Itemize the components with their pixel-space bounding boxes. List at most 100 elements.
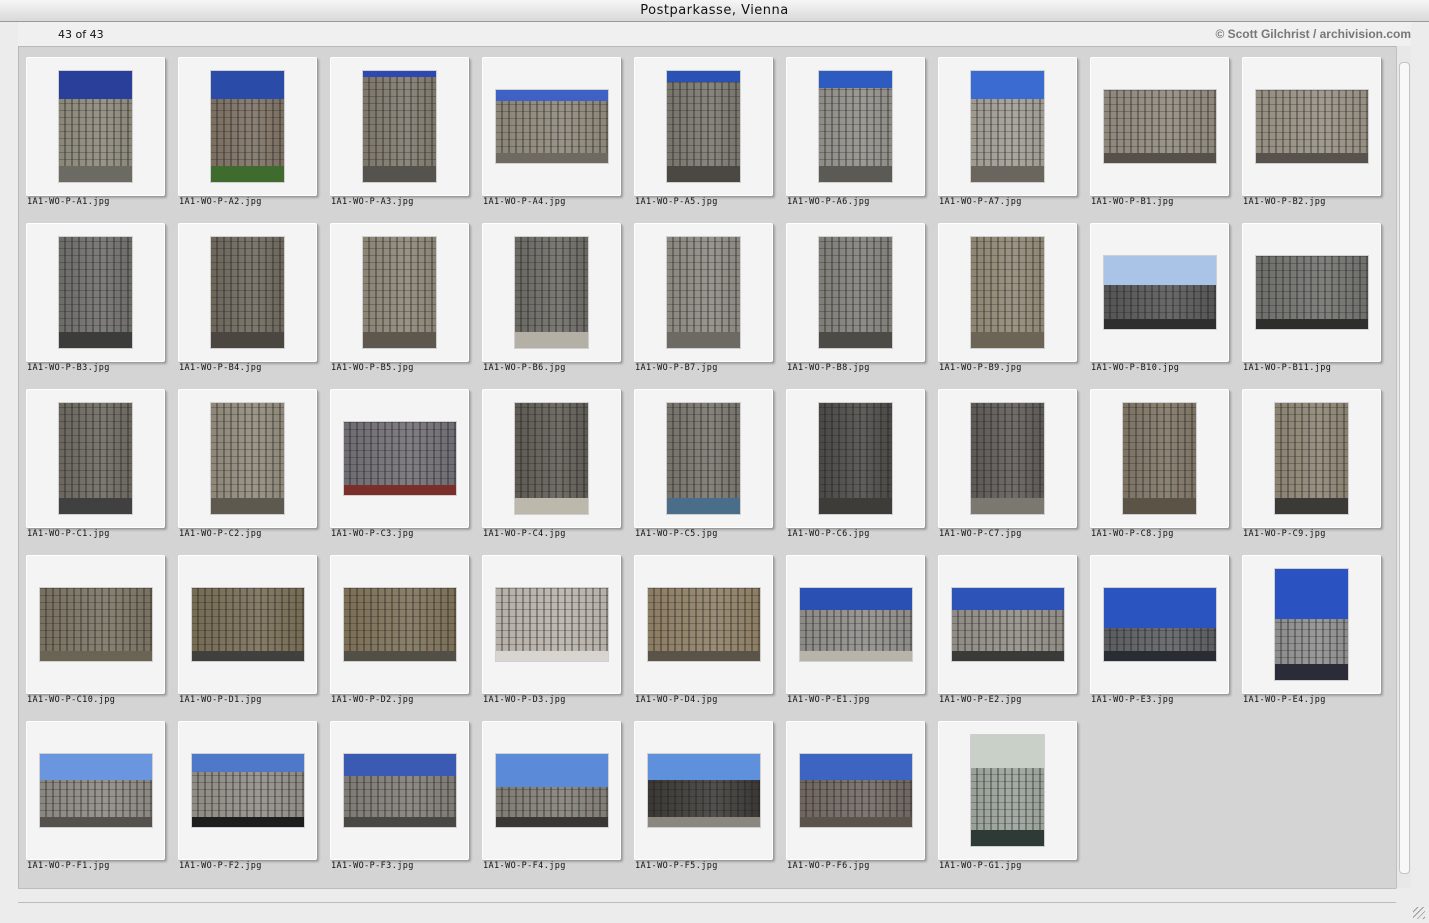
thumbnail-item[interactable]: 1A1-WO-P-A5.jpg <box>627 50 779 210</box>
thumbnail-image[interactable] <box>40 754 152 827</box>
thumbnail-image[interactable] <box>344 588 456 661</box>
thumbnail-image[interactable] <box>800 588 912 661</box>
slide-frame[interactable] <box>786 223 925 362</box>
thumbnail-image[interactable] <box>952 588 1064 661</box>
thumbnail-item[interactable]: 1A1-WO-P-A3.jpg <box>323 50 475 210</box>
thumbnail-image[interactable] <box>363 237 436 348</box>
thumbnail-item[interactable]: 1A1-WO-P-A1.jpg <box>19 50 171 210</box>
thumbnail-image[interactable] <box>1123 403 1196 514</box>
thumbnail-image[interactable] <box>344 422 456 495</box>
thumbnail-item[interactable]: 1A1-WO-P-F4.jpg <box>475 714 627 874</box>
vertical-scrollbar[interactable] <box>1396 46 1411 888</box>
slide-frame[interactable] <box>26 389 165 528</box>
thumbnail-item[interactable]: 1A1-WO-P-B10.jpg <box>1083 216 1235 376</box>
thumbnail-image[interactable] <box>800 754 912 827</box>
thumbnail-image[interactable] <box>1256 256 1368 329</box>
slide-frame[interactable] <box>1090 57 1229 196</box>
thumbnail-item[interactable]: 1A1-WO-P-D2.jpg <box>323 548 475 708</box>
thumbnail-image[interactable] <box>515 237 588 348</box>
resize-grip-icon[interactable] <box>1413 907 1425 919</box>
slide-frame[interactable] <box>178 389 317 528</box>
thumbnail-item[interactable]: 1A1-WO-P-F3.jpg <box>323 714 475 874</box>
slide-frame[interactable] <box>1090 223 1229 362</box>
thumbnail-image[interactable] <box>648 588 760 661</box>
slide-frame[interactable] <box>938 555 1077 694</box>
slide-frame[interactable] <box>26 223 165 362</box>
slide-frame[interactable] <box>938 721 1077 860</box>
thumbnail-item[interactable]: 1A1-WO-P-B11.jpg <box>1235 216 1387 376</box>
thumbnail-item[interactable]: 1A1-WO-P-A7.jpg <box>931 50 1083 210</box>
thumbnail-item[interactable]: 1A1-WO-P-B7.jpg <box>627 216 779 376</box>
thumbnail-item[interactable]: 1A1-WO-P-F5.jpg <box>627 714 779 874</box>
slide-frame[interactable] <box>26 721 165 860</box>
thumbnail-item[interactable]: 1A1-WO-P-A2.jpg <box>171 50 323 210</box>
slide-frame[interactable] <box>634 721 773 860</box>
thumbnail-item[interactable]: 1A1-WO-P-C7.jpg <box>931 382 1083 542</box>
thumbnail-image[interactable] <box>192 588 304 661</box>
thumbnail-image[interactable] <box>192 754 304 827</box>
thumbnail-image[interactable] <box>1275 569 1348 680</box>
thumbnail-item[interactable]: 1A1-WO-P-D3.jpg <box>475 548 627 708</box>
slide-frame[interactable] <box>482 57 621 196</box>
slide-frame[interactable] <box>786 721 925 860</box>
slide-frame[interactable] <box>1242 555 1381 694</box>
thumbnail-item[interactable]: 1A1-WO-P-B6.jpg <box>475 216 627 376</box>
thumbnail-item[interactable]: 1A1-WO-P-B3.jpg <box>19 216 171 376</box>
thumbnail-item[interactable]: 1A1-WO-P-C5.jpg <box>627 382 779 542</box>
thumbnail-image[interactable] <box>40 588 152 661</box>
thumbnail-image[interactable] <box>211 71 284 182</box>
slide-frame[interactable] <box>330 57 469 196</box>
thumbnail-image[interactable] <box>1275 403 1348 514</box>
thumbnail-item[interactable]: 1A1-WO-P-B2.jpg <box>1235 50 1387 210</box>
slide-frame[interactable] <box>178 721 317 860</box>
thumbnail-image[interactable] <box>211 237 284 348</box>
thumbnail-image[interactable] <box>59 237 132 348</box>
slide-frame[interactable] <box>786 389 925 528</box>
thumbnail-item[interactable]: 1A1-WO-P-C9.jpg <box>1235 382 1387 542</box>
thumbnail-item[interactable]: 1A1-WO-P-E2.jpg <box>931 548 1083 708</box>
slide-frame[interactable] <box>330 721 469 860</box>
slide-frame[interactable] <box>786 555 925 694</box>
thumbnail-image[interactable] <box>667 403 740 514</box>
slide-frame[interactable] <box>178 555 317 694</box>
vertical-scroll-thumb[interactable] <box>1399 62 1410 874</box>
thumbnail-item[interactable]: 1A1-WO-P-A6.jpg <box>779 50 931 210</box>
thumbnail-image[interactable] <box>1104 256 1216 329</box>
slide-frame[interactable] <box>330 389 469 528</box>
thumbnail-item[interactable]: 1A1-WO-P-B4.jpg <box>171 216 323 376</box>
thumbnail-image[interactable] <box>819 71 892 182</box>
thumbnail-item[interactable]: 1A1-WO-P-C2.jpg <box>171 382 323 542</box>
thumbnail-image[interactable] <box>1104 588 1216 661</box>
thumbnail-image[interactable] <box>211 403 284 514</box>
slide-frame[interactable] <box>938 223 1077 362</box>
slide-frame[interactable] <box>330 223 469 362</box>
thumbnail-image[interactable] <box>971 237 1044 348</box>
thumbnail-item[interactable]: 1A1-WO-P-A4.jpg <box>475 50 627 210</box>
slide-frame[interactable] <box>482 721 621 860</box>
thumbnail-item[interactable]: 1A1-WO-P-E3.jpg <box>1083 548 1235 708</box>
thumbnail-item[interactable]: 1A1-WO-P-C1.jpg <box>19 382 171 542</box>
thumbnail-image[interactable] <box>971 735 1044 846</box>
thumbnail-item[interactable]: 1A1-WO-P-F2.jpg <box>171 714 323 874</box>
thumbnail-item[interactable]: 1A1-WO-P-B8.jpg <box>779 216 931 376</box>
thumbnail-image[interactable] <box>819 403 892 514</box>
thumbnail-item[interactable]: 1A1-WO-P-B1.jpg <box>1083 50 1235 210</box>
slide-frame[interactable] <box>1242 223 1381 362</box>
thumbnail-item[interactable]: 1A1-WO-P-G1.jpg <box>931 714 1083 874</box>
slide-frame[interactable] <box>178 223 317 362</box>
thumbnail-image[interactable] <box>59 71 132 182</box>
thumbnail-item[interactable]: 1A1-WO-P-C6.jpg <box>779 382 931 542</box>
thumbnail-item[interactable]: 1A1-WO-P-C4.jpg <box>475 382 627 542</box>
slide-frame[interactable] <box>26 555 165 694</box>
slide-frame[interactable] <box>634 555 773 694</box>
slide-frame[interactable] <box>1242 389 1381 528</box>
slide-frame[interactable] <box>634 223 773 362</box>
thumbnail-item[interactable]: 1A1-WO-P-D1.jpg <box>171 548 323 708</box>
thumbnail-image[interactable] <box>496 90 608 163</box>
thumbnail-image[interactable] <box>971 403 1044 514</box>
thumbnail-item[interactable]: 1A1-WO-P-E1.jpg <box>779 548 931 708</box>
thumbnail-image[interactable] <box>819 237 892 348</box>
thumbnail-item[interactable]: 1A1-WO-P-C8.jpg <box>1083 382 1235 542</box>
thumbnail-image[interactable] <box>648 754 760 827</box>
thumbnail-image[interactable] <box>1104 90 1216 163</box>
